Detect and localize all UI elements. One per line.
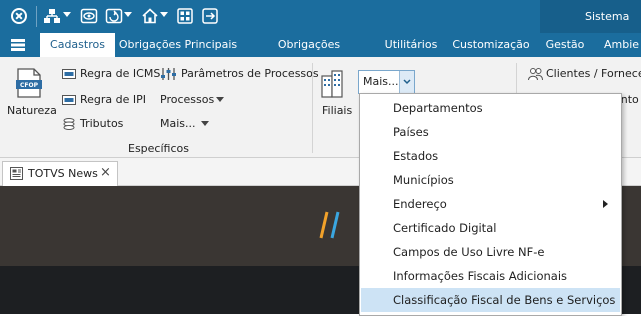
filiais-button[interactable]: Filiais: [322, 104, 352, 117]
natureza-label[interactable]: Natureza: [7, 104, 57, 117]
chevron-down-icon[interactable]: [160, 12, 168, 17]
mais-dropdown-menu: Departamentos Países Estados Municípios …: [359, 93, 622, 316]
chevron-down-icon[interactable]: [63, 12, 71, 17]
menu-icon[interactable]: [11, 38, 25, 52]
menu-item-departamentos[interactable]: Departamentos: [361, 96, 620, 120]
hierarchy-icon[interactable]: [43, 7, 61, 25]
regra-ipi-button[interactable]: Regra de IPI: [80, 93, 146, 106]
cfop-icon-text: CFOP: [20, 82, 38, 89]
buildings-icon[interactable]: [321, 70, 343, 98]
processos-button[interactable]: Processos: [160, 93, 214, 106]
tab-cadastros[interactable]: Cadastros: [40, 33, 115, 57]
home-icon[interactable]: [141, 7, 159, 25]
ribbon-divider: [312, 63, 313, 153]
ribbon-tab-bar: Cadastros Obrigações Principais Obrigaçõ…: [0, 33, 641, 75]
chevron-down-icon: [403, 79, 411, 85]
totvs-logo-icon[interactable]: [10, 7, 28, 25]
clientes-fornecedores-button[interactable]: Clientes / Forneced: [546, 67, 641, 80]
parametros-processos-button[interactable]: Parâmetros de Processos: [181, 67, 319, 80]
refresh-window-icon[interactable]: [105, 7, 123, 25]
group-especificos-label: Específicos: [128, 142, 189, 155]
tributos-button[interactable]: Tributos: [80, 117, 123, 130]
tab-totvs-news[interactable]: TOTVS News ×: [2, 161, 118, 186]
calculator-icon[interactable]: [176, 7, 194, 25]
menu-item-endereco[interactable]: Endereço: [361, 192, 620, 216]
mais-combo-drop-button[interactable]: [399, 71, 414, 93]
menu-item-certificado-digital[interactable]: Certificado Digital: [361, 216, 620, 240]
title-bar: Sistema: [0, 0, 641, 33]
tab-ambiente[interactable]: Ambie: [604, 33, 641, 57]
chevron-down-icon[interactable]: [216, 97, 224, 102]
chevron-down-icon[interactable]: [124, 12, 132, 17]
eye-icon[interactable]: [80, 7, 98, 25]
mais-combo[interactable]: Mais...: [358, 70, 415, 94]
tab-totvs-news-label: TOTVS News: [28, 167, 98, 180]
exit-icon[interactable]: [201, 7, 219, 25]
totvs-slash-logo: [319, 211, 340, 239]
chevron-down-icon[interactable]: [201, 121, 209, 126]
newspaper-icon: [10, 167, 23, 180]
coins-icon: [63, 118, 75, 130]
close-icon[interactable]: ×: [100, 165, 111, 180]
menu-item-classificacao-fiscal[interactable]: Classificação Fiscal de Bens e Serviços: [361, 288, 620, 312]
mais-combo-label: Mais...: [363, 75, 399, 88]
submenu-arrow-icon: [603, 200, 608, 208]
regra-icms-button[interactable]: Regra de ICMS: [80, 67, 160, 80]
menu-item-campos-uso-livre[interactable]: Campos de Uso Livre NF-e: [361, 240, 620, 264]
icms-icon: [62, 69, 76, 79]
menu-item-estados[interactable]: Estados: [361, 144, 620, 168]
system-label[interactable]: Sistema: [585, 10, 629, 23]
tab-gestao[interactable]: Gestão: [541, 33, 589, 57]
ipi-icon: [62, 95, 76, 105]
tab-obrigacoes-acessorias[interactable]: Obrigações Acessórias: [247, 33, 371, 75]
menu-item-informacoes-fiscais[interactable]: Informações Fiscais Adicionais: [361, 264, 620, 288]
menu-item-paises[interactable]: Países: [361, 120, 620, 144]
tab-customizacao[interactable]: Customização: [452, 33, 530, 57]
mais-button[interactable]: Mais...: [160, 117, 196, 130]
menu-item-municipios[interactable]: Municípios: [361, 168, 620, 192]
toolbar-separator: [36, 6, 37, 27]
sliders-icon: [161, 68, 176, 80]
natureza-button[interactable]: CFOP: [15, 68, 43, 98]
tab-utilitarios[interactable]: Utilitários: [380, 33, 442, 57]
users-icon: [528, 68, 543, 81]
tab-obrigacoes-principais[interactable]: Obrigações Principais: [118, 33, 238, 57]
